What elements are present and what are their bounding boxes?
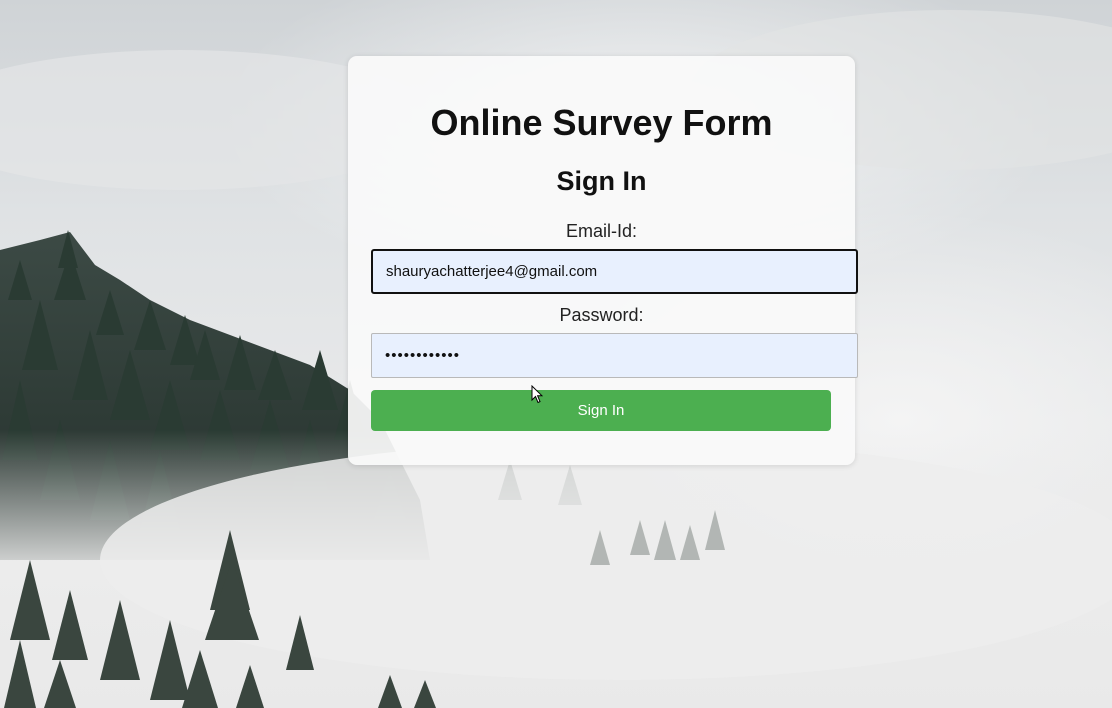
sign-in-heading: Sign In bbox=[556, 166, 647, 196]
mouse-cursor-icon bbox=[531, 385, 543, 404]
page-title: Online Survey Form bbox=[430, 102, 773, 143]
email-field[interactable] bbox=[371, 249, 858, 294]
sign-in-button[interactable]: Sign In bbox=[371, 390, 831, 431]
password-field[interactable] bbox=[371, 333, 858, 378]
sign-in-card: Online Survey Form Sign In Email-Id: Pas… bbox=[348, 56, 858, 465]
password-label: Password: bbox=[559, 305, 644, 325]
email-label: Email-Id: bbox=[565, 221, 637, 241]
